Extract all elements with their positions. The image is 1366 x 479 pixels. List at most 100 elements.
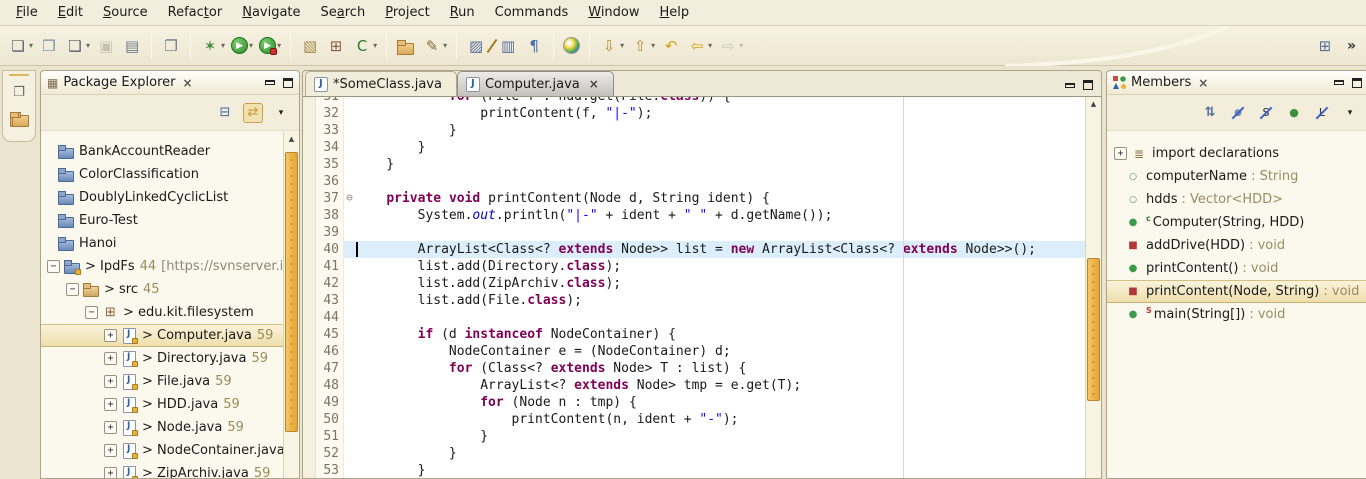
scroll-up-icon[interactable]: ▲ <box>1086 97 1101 111</box>
minimize-view-button[interactable] <box>1334 80 1344 85</box>
hide-non-public-button[interactable]: ● <box>1284 103 1304 123</box>
code-line-47[interactable]: 47 for (Class<? extends Node> T : list) … <box>303 360 1085 377</box>
expand-plus-icon[interactable]: + <box>104 375 117 388</box>
mark-occurrences-button[interactable] <box>490 32 494 60</box>
code-line-42[interactable]: 42 list.add(ZipArchiv.class); <box>303 275 1085 292</box>
code-line-37[interactable]: 37⊖ private void printContent(Node d, St… <box>303 190 1085 207</box>
fastview-drag-handle[interactable] <box>9 74 29 76</box>
member-item-hdds[interactable]: ○hdds: Vector<HDD> <box>1107 188 1366 211</box>
code-line-53[interactable]: 53 } <box>303 462 1085 478</box>
hide-fields-button[interactable]: ● <box>1228 103 1248 123</box>
maximize-view-button[interactable] <box>283 78 293 88</box>
code-line-31[interactable]: 31 for (File f : hdd.get(File.class)) { <box>303 97 1085 105</box>
menu-navigate[interactable]: Navigate <box>232 2 310 23</box>
view-menu-button[interactable]: ▾ <box>1340 103 1360 123</box>
minimize-view-button[interactable] <box>265 80 275 85</box>
expand-plus-icon[interactable]: + <box>104 467 117 478</box>
view-menu-button[interactable]: ▾ <box>271 103 291 123</box>
tree-item-directory-java[interactable]: +> Directory.java59 <box>41 347 283 370</box>
code-line-39[interactable]: 39 <box>303 224 1085 241</box>
member-item-main-string[interactable]: ●Smain(String[]): void <box>1107 303 1366 326</box>
code-line-49[interactable]: 49 for (Node n : tmp) { <box>303 394 1085 411</box>
back-button[interactable]: ⇦▾ <box>685 32 714 60</box>
code-line-40[interactable]: 40 ArrayList<Class<? extends Node>> list… <box>303 241 1085 258</box>
previous-annotation-button[interactable]: ⇧▾ <box>628 32 657 60</box>
tree-item-src[interactable]: −> src45 <box>41 278 283 301</box>
run-button[interactable]: ▶▾ <box>229 32 255 60</box>
code-line-33[interactable]: 33 } <box>303 122 1085 139</box>
collapse-minus-icon[interactable]: − <box>85 306 98 319</box>
menu-refactor[interactable]: Refactor <box>158 2 233 23</box>
package-explorer-close-icon[interactable]: × <box>183 76 193 90</box>
expand-plus-icon[interactable]: + <box>104 398 117 411</box>
hide-local-types-button[interactable]: L <box>1312 103 1332 123</box>
editor-tab-someclass-java[interactable]: *SomeClass.java <box>305 71 457 96</box>
expand-plus-icon[interactable]: + <box>1114 147 1127 160</box>
tree-item-computer-java[interactable]: +> Computer.java59 <box>41 324 283 347</box>
hide-static-members-button[interactable]: S <box>1256 103 1276 123</box>
menu-file[interactable]: File <box>6 2 48 23</box>
open-type-button[interactable] <box>394 32 418 60</box>
tree-item-ipdfs[interactable]: −> IpdFs44[https://svnserver.i <box>41 255 283 278</box>
run-external-tools-button[interactable]: ▶▾ <box>257 32 283 60</box>
code-line-32[interactable]: 32 printContent(f, "|-"); <box>303 105 1085 122</box>
editor-maximize-button[interactable] <box>1083 80 1093 90</box>
tab-close-icon[interactable]: × <box>589 77 599 91</box>
menu-project[interactable]: Project <box>375 2 440 23</box>
code-line-35[interactable]: 35 } <box>303 156 1085 173</box>
link-with-editor-button[interactable]: ⇄ <box>243 103 263 123</box>
code-line-45[interactable]: 45 if (d instanceof NodeContainer) { <box>303 326 1085 343</box>
members-close-icon[interactable]: × <box>1198 76 1208 90</box>
menu-commands[interactable]: Commands <box>485 2 579 23</box>
new-wizard-button[interactable]: ❏▾ <box>6 32 35 60</box>
tree-item-ziparchiv-java[interactable]: +> ZipArchiv.java59 <box>41 462 283 478</box>
copy-resource-button[interactable]: ❐ <box>159 32 183 60</box>
code-line-50[interactable]: 50 printContent(n, ident + "-"); <box>303 411 1085 428</box>
member-item-computername[interactable]: ○computerName: String <box>1107 165 1366 188</box>
code-line-41[interactable]: 41 list.add(Directory.class); <box>303 258 1085 275</box>
menu-help[interactable]: Help <box>650 2 700 23</box>
code-line-43[interactable]: 43 list.add(File.class); <box>303 292 1085 309</box>
next-annotation-button[interactable]: ⇩▾ <box>597 32 626 60</box>
code-line-51[interactable]: 51 } <box>303 428 1085 445</box>
new-class-button[interactable]: C▾ <box>350 32 379 60</box>
editor-tab-computer-java[interactable]: Computer.java× <box>457 71 614 96</box>
code-line-46[interactable]: 46 NodeContainer e = (NodeContainer) d; <box>303 343 1085 360</box>
restore-views-button[interactable]: ❐ <box>9 82 29 102</box>
toolbar-overflow-chevron[interactable]: » <box>1347 38 1356 54</box>
tree-item-edu-kit-filesystem[interactable]: −> edu.kit.filesystem <box>41 301 283 324</box>
code-line-52[interactable]: 52 } <box>303 445 1085 462</box>
scrollbar-thumb[interactable] <box>1087 258 1100 401</box>
code-line-48[interactable]: 48 ArrayList<? extends Node> tmp = e.get… <box>303 377 1085 394</box>
sort-members-button[interactable]: ⇅ <box>1200 103 1220 123</box>
editor-minimize-button[interactable] <box>1065 83 1075 88</box>
tree-item-colorclassification[interactable]: ColorClassification <box>41 163 283 186</box>
code-line-36[interactable]: 36 <box>303 173 1085 190</box>
collapse-minus-icon[interactable]: − <box>47 260 60 273</box>
code-line-38[interactable]: 38 System.out.println("|-" + ident + " "… <box>303 207 1085 224</box>
print-button[interactable]: ▤ <box>120 32 144 60</box>
tree-item-bankaccountreader[interactable]: BankAccountReader <box>41 140 283 163</box>
new-package-button[interactable]: ⊞ <box>324 32 348 60</box>
maximize-view-button[interactable] <box>1352 78 1362 88</box>
scrollbar-thumb[interactable] <box>285 152 298 432</box>
menu-edit[interactable]: Edit <box>48 2 93 23</box>
open-folder-fastview-button[interactable] <box>9 108 29 128</box>
tree-item-hanoi[interactable]: Hanoi <box>41 232 283 255</box>
tree-item-euro-test[interactable]: Euro-Test <box>41 209 283 232</box>
code-line-34[interactable]: 34 } <box>303 139 1085 156</box>
show-whitespace-button[interactable]: ¶ <box>522 32 546 60</box>
expand-plus-icon[interactable]: + <box>104 444 117 457</box>
member-item-computer-string-hdd[interactable]: ●cComputer(String, HDD) <box>1107 211 1366 234</box>
expand-plus-icon[interactable]: + <box>104 352 117 365</box>
menu-search[interactable]: Search <box>311 2 376 23</box>
new-window-button[interactable]: ❒ <box>37 32 61 60</box>
open-perspective-button[interactable]: ⊞ <box>1313 32 1337 60</box>
member-item-adddrive-hdd[interactable]: ■addDrive(HDD): void <box>1107 234 1366 257</box>
member-item-import-declarations[interactable]: +≣import declarations <box>1107 142 1366 165</box>
fold-collapse-icon[interactable]: ⊖ <box>343 190 355 207</box>
expand-plus-icon[interactable]: + <box>104 329 117 342</box>
package-explorer-scrollbar[interactable]: ▲ <box>283 132 299 478</box>
color-wheel-button[interactable] <box>561 32 582 60</box>
import-wizard-button[interactable]: ▧ <box>298 32 322 60</box>
